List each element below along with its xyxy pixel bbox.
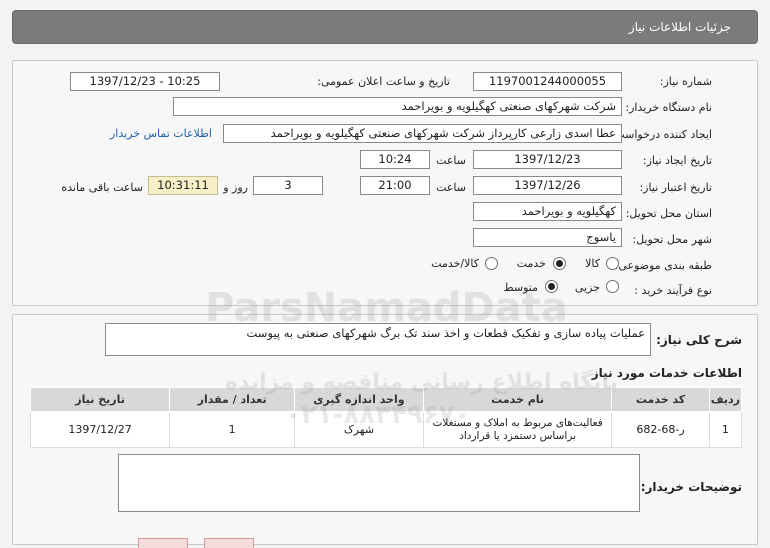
buyer-notes-label: توضیحات خریدار:: [640, 480, 742, 494]
col-qty: تعداد / مقدار: [169, 387, 296, 412]
cell-unit: شهرک: [294, 411, 424, 448]
validity-date-field[interactable]: 1397/12/26: [473, 176, 622, 195]
buyer-contact-link[interactable]: اطلاعات تماس خریدار: [110, 127, 212, 140]
services-section-title: اطلاعات خدمات مورد نیاز: [591, 366, 742, 380]
col-name: نام خدمت: [422, 387, 613, 412]
creator-label: ایجاد کننده درخواست:: [610, 128, 712, 141]
announce-datetime-field[interactable]: 1397/12/23 - 10:25: [70, 72, 220, 91]
cell-date: 1397/12/27: [29, 411, 171, 448]
province-field[interactable]: کهگیلویه و بویراحمد: [473, 202, 622, 221]
category-goods-label: کالا: [585, 257, 600, 270]
created-time-field[interactable]: 10:24: [360, 150, 430, 169]
created-date-label: تاریخ ایجاد نیاز:: [642, 154, 712, 167]
process-minor-label: جزیی: [574, 281, 600, 294]
summary-label: شرح کلی نیاز:: [656, 333, 742, 347]
created-date-field[interactable]: 1397/12/23: [473, 150, 622, 169]
services-table-wrap: ردیف کد خدمت نام خدمت واحد اندازه گیری ت…: [29, 387, 743, 448]
buyer-notes-textarea[interactable]: [118, 454, 640, 512]
bottom-button-left[interactable]: [138, 538, 188, 548]
validity-date-label: تاریخ اعتبار نیاز:: [639, 181, 712, 194]
validity-time-field[interactable]: 21:00: [360, 176, 430, 195]
remaining-time-field: 10:31:11: [148, 176, 218, 195]
services-table-header: ردیف کد خدمت نام خدمت واحد اندازه گیری ت…: [29, 387, 743, 412]
cell-qty: 1: [169, 411, 296, 448]
category-service-label: خدمت: [516, 257, 546, 270]
days-label: روز و: [223, 181, 248, 194]
table-row[interactable]: 1 ر-68-682 فعالیت‌های مربوط به املاک و م…: [29, 411, 743, 448]
need-number-field[interactable]: 1197001244000055: [473, 72, 622, 91]
announce-datetime-label: تاریخ و ساعت اعلان عمومی:: [317, 75, 450, 88]
validity-time-label: ساعت: [436, 181, 466, 194]
category-service-radio[interactable]: [553, 257, 566, 270]
buyer-org-field[interactable]: شرکت شهرکهای صنعتی کهگیلویه و بویراحمد: [173, 97, 622, 116]
col-unit: واحد اندازه گیری: [294, 387, 424, 412]
creator-field[interactable]: عطا اسدی زارعی کارپرداز شرکت شهرکهای صنع…: [223, 124, 622, 143]
col-date: تاریخ نیاز: [29, 387, 171, 412]
category-goods-radio[interactable]: [606, 257, 619, 270]
remaining-time-label: ساعت باقی مانده: [61, 181, 143, 194]
page-header: جزئیات اطلاعات نیاز: [12, 10, 758, 44]
process-medium-radio[interactable]: [545, 280, 558, 293]
summary-textarea[interactable]: عملیات پیاده سازی و تفکیک قطعات و اخذ سن…: [105, 323, 651, 356]
bottom-button-right[interactable]: [204, 538, 254, 548]
cell-name: فعالیت‌های مربوط به املاک و مستغلات براس…: [422, 411, 613, 448]
province-label: استان محل تحویل:: [625, 207, 712, 220]
process-type-label: نوع فرآیند خرید :: [634, 284, 712, 297]
need-number-label: شماره نیاز:: [659, 75, 712, 88]
created-time-label: ساعت: [436, 154, 466, 167]
category-goods-service-radio[interactable]: [485, 257, 498, 270]
process-medium-label: متوسط: [503, 281, 538, 294]
cell-row: 1: [708, 411, 743, 448]
page-title: جزئیات اطلاعات نیاز: [628, 20, 731, 34]
col-code: کد خدمت: [611, 387, 710, 412]
category-label: طبقه بندی موضوعی:: [614, 259, 712, 272]
remaining-days-field[interactable]: 3: [253, 176, 323, 195]
col-row: ردیف: [708, 387, 743, 412]
buyer-org-label: نام دستگاه خریدار:: [625, 101, 712, 114]
category-goods-service-label: کالا/خدمت: [431, 257, 479, 270]
city-field[interactable]: یاسوج: [473, 228, 622, 247]
process-minor-radio[interactable]: [606, 280, 619, 293]
city-label: شهر محل تحویل:: [632, 233, 712, 246]
services-table: ردیف کد خدمت نام خدمت واحد اندازه گیری ت…: [29, 387, 743, 448]
cell-code: ر-68-682: [611, 411, 710, 448]
